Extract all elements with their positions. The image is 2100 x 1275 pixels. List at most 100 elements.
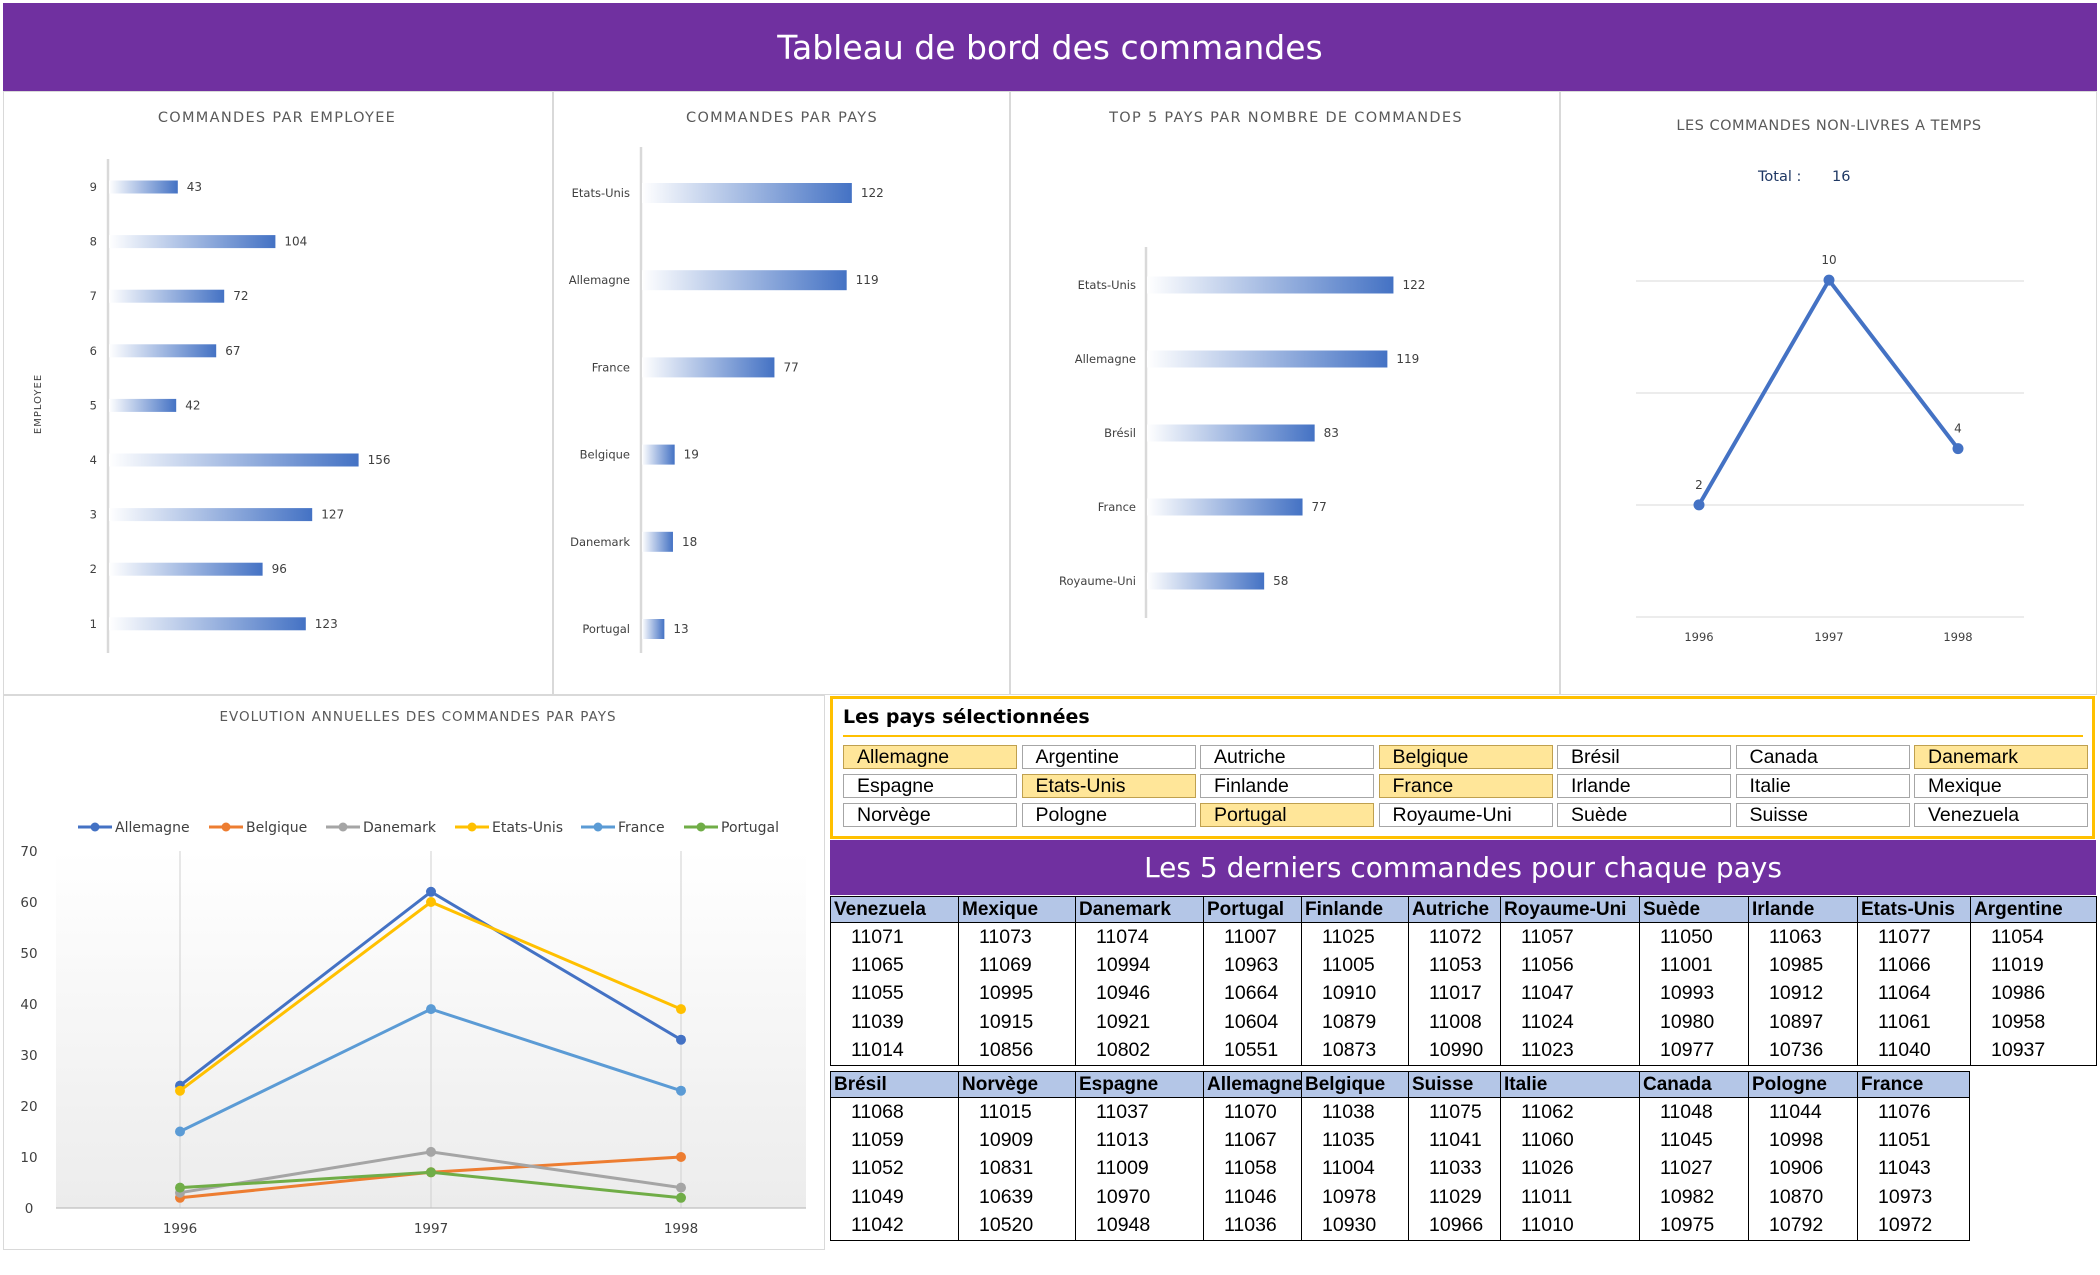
data-point [426,886,436,897]
chart-title: TOP 5 PAYS PAR NOMBRE DE COMMANDES [1108,110,1463,126]
country-chip[interactable]: Espagne [843,774,1017,798]
country-chip[interactable]: Etats-Unis [1021,774,1196,798]
table-cell: 10639 [958,1183,1076,1212]
data-point [1952,443,1964,455]
country-chip[interactable]: Portugal [1200,803,1374,827]
bar-value-label: 77 [1312,500,1327,514]
category-tick-label: France [592,360,630,374]
data-point [676,1085,686,1096]
table-cell: 10982 [1639,1183,1749,1212]
table-cell: 10994 [1075,951,1204,980]
table-cell: 11069 [958,951,1076,980]
bar [1147,424,1315,442]
table-cell: 11008 [1408,1008,1501,1037]
table-header-cell: Allemagne [1203,1071,1302,1098]
table-cell: 11051 [1857,1126,1970,1155]
bar [109,398,177,412]
table-cell: 10664 [1203,979,1302,1009]
country-chip[interactable]: Autriche [1200,745,1374,769]
legend-label: Portugal [721,820,779,836]
table-header-cell: Royaume-Uni [1500,896,1640,923]
country-chip[interactable]: Argentine [1021,745,1196,769]
selection-divider [843,735,2083,737]
country-chip[interactable]: Pologne [1021,803,1196,827]
table-cell: 10792 [1748,1211,1858,1241]
legend-label: France [618,820,665,836]
table-row: 11059 10909 11013 11067 11035 11041 11060 11045… [830,1126,1970,1155]
country-chip[interactable]: Venezuela [1914,803,2088,827]
table-cell: 11044 [1748,1097,1858,1127]
table-cell: 10906 [1748,1154,1858,1184]
table-header-cell: Pologne [1748,1071,1858,1098]
table-cell: 11001 [1639,951,1749,980]
legend-label: Danemark [363,820,437,836]
table-cell: 10963 [1203,951,1302,980]
country-chip[interactable]: Italie [1735,774,1910,798]
country-chip[interactable]: Belgique [1378,745,1553,769]
bar-value-label: 96 [272,562,287,576]
country-chip[interactable]: Royaume-Uni [1378,803,1553,827]
table-cell: 10897 [1748,1008,1858,1037]
category-tick-label: 8 [90,235,97,249]
table-cell: 11004 [1301,1154,1409,1184]
bar [109,453,359,467]
x-tick-label: 1998 [664,1221,698,1237]
country-chip[interactable]: Mexique [1914,774,2088,798]
category-tick-label: Royaume-Uni [1059,574,1136,588]
table-header-cell: Autriche [1408,896,1501,923]
point-value-label: 4 [1954,422,1962,436]
country-chip[interactable]: France [1378,774,1553,798]
country-chip[interactable]: Norvège [843,803,1017,827]
table-cell: 11048 [1639,1097,1749,1127]
table-cell: 10831 [958,1154,1076,1184]
table-cell: 11037 [1075,1097,1204,1127]
country-chip[interactable]: Suède [1557,803,1731,827]
table-cell: 11047 [1500,979,1640,1009]
table-cell: 11005 [1301,951,1409,980]
category-tick-label: Belgique [580,448,630,462]
table-cell: 10973 [1857,1183,1970,1212]
table-cell: 11019 [1970,951,2097,980]
data-point [175,1085,185,1096]
country-selection-title: Les pays sélectionnées [843,706,1090,728]
table-row: 11068 11015 11037 11070 11038 11075 11062 11048… [830,1097,1970,1127]
chart-orders-by-country-svg: COMMANDES PAR PAYS Etats-Unis 122 Allemagne… [569,110,884,653]
data-point [1823,274,1835,286]
y-tick-label: 20 [20,1099,37,1115]
bar [642,270,847,291]
legend-marker [467,822,477,832]
table-row: 11049 10639 10970 11046 10978 11029 11011 10982… [830,1183,1970,1212]
legend-marker [338,822,348,832]
table-cell: 10551 [1203,1036,1302,1066]
dashboard-title: Tableau de bord des commandes [3,3,2097,91]
table-row: 11055 10995 10946 10664 10910 11017 11047 10993… [830,979,2097,1009]
country-chip[interactable]: Suisse [1735,803,1910,827]
table-cell: 10958 [1970,1008,2097,1037]
country-chip[interactable]: Brésil [1557,745,1731,769]
bar-value-label: 42 [185,398,200,412]
country-chip[interactable]: Irlande [1557,774,1731,798]
point-value-label: 10 [1821,253,1836,267]
legend-marker [90,822,100,832]
table-cell: 10520 [958,1211,1076,1241]
country-chip[interactable]: Danemark [1914,745,2088,769]
bar-value-label: 13 [673,622,688,636]
country-chip[interactable]: Canada [1735,745,1910,769]
country-chip[interactable]: Finlande [1200,774,1374,798]
table-cell: 11017 [1408,979,1501,1009]
data-point [676,1192,686,1203]
bar [1147,498,1303,516]
table-cell: 11040 [1857,1036,1971,1066]
table-cell: 10977 [1639,1036,1749,1066]
table-cell: 11056 [1500,951,1640,980]
x-tick-label: 1996 [1684,630,1713,644]
category-tick-label: 5 [90,398,97,412]
data-point [426,1004,436,1015]
chart-title: COMMANDES PAR PAYS [686,110,878,126]
table-cell: 11010 [1500,1211,1640,1241]
country-chip[interactable]: Allemagne [843,745,1017,769]
category-tick-label: Brésil [1104,426,1136,440]
legend-label: Allemagne [115,820,190,836]
x-tick-label: 1997 [1814,630,1843,644]
table-cell: 10736 [1748,1036,1858,1066]
